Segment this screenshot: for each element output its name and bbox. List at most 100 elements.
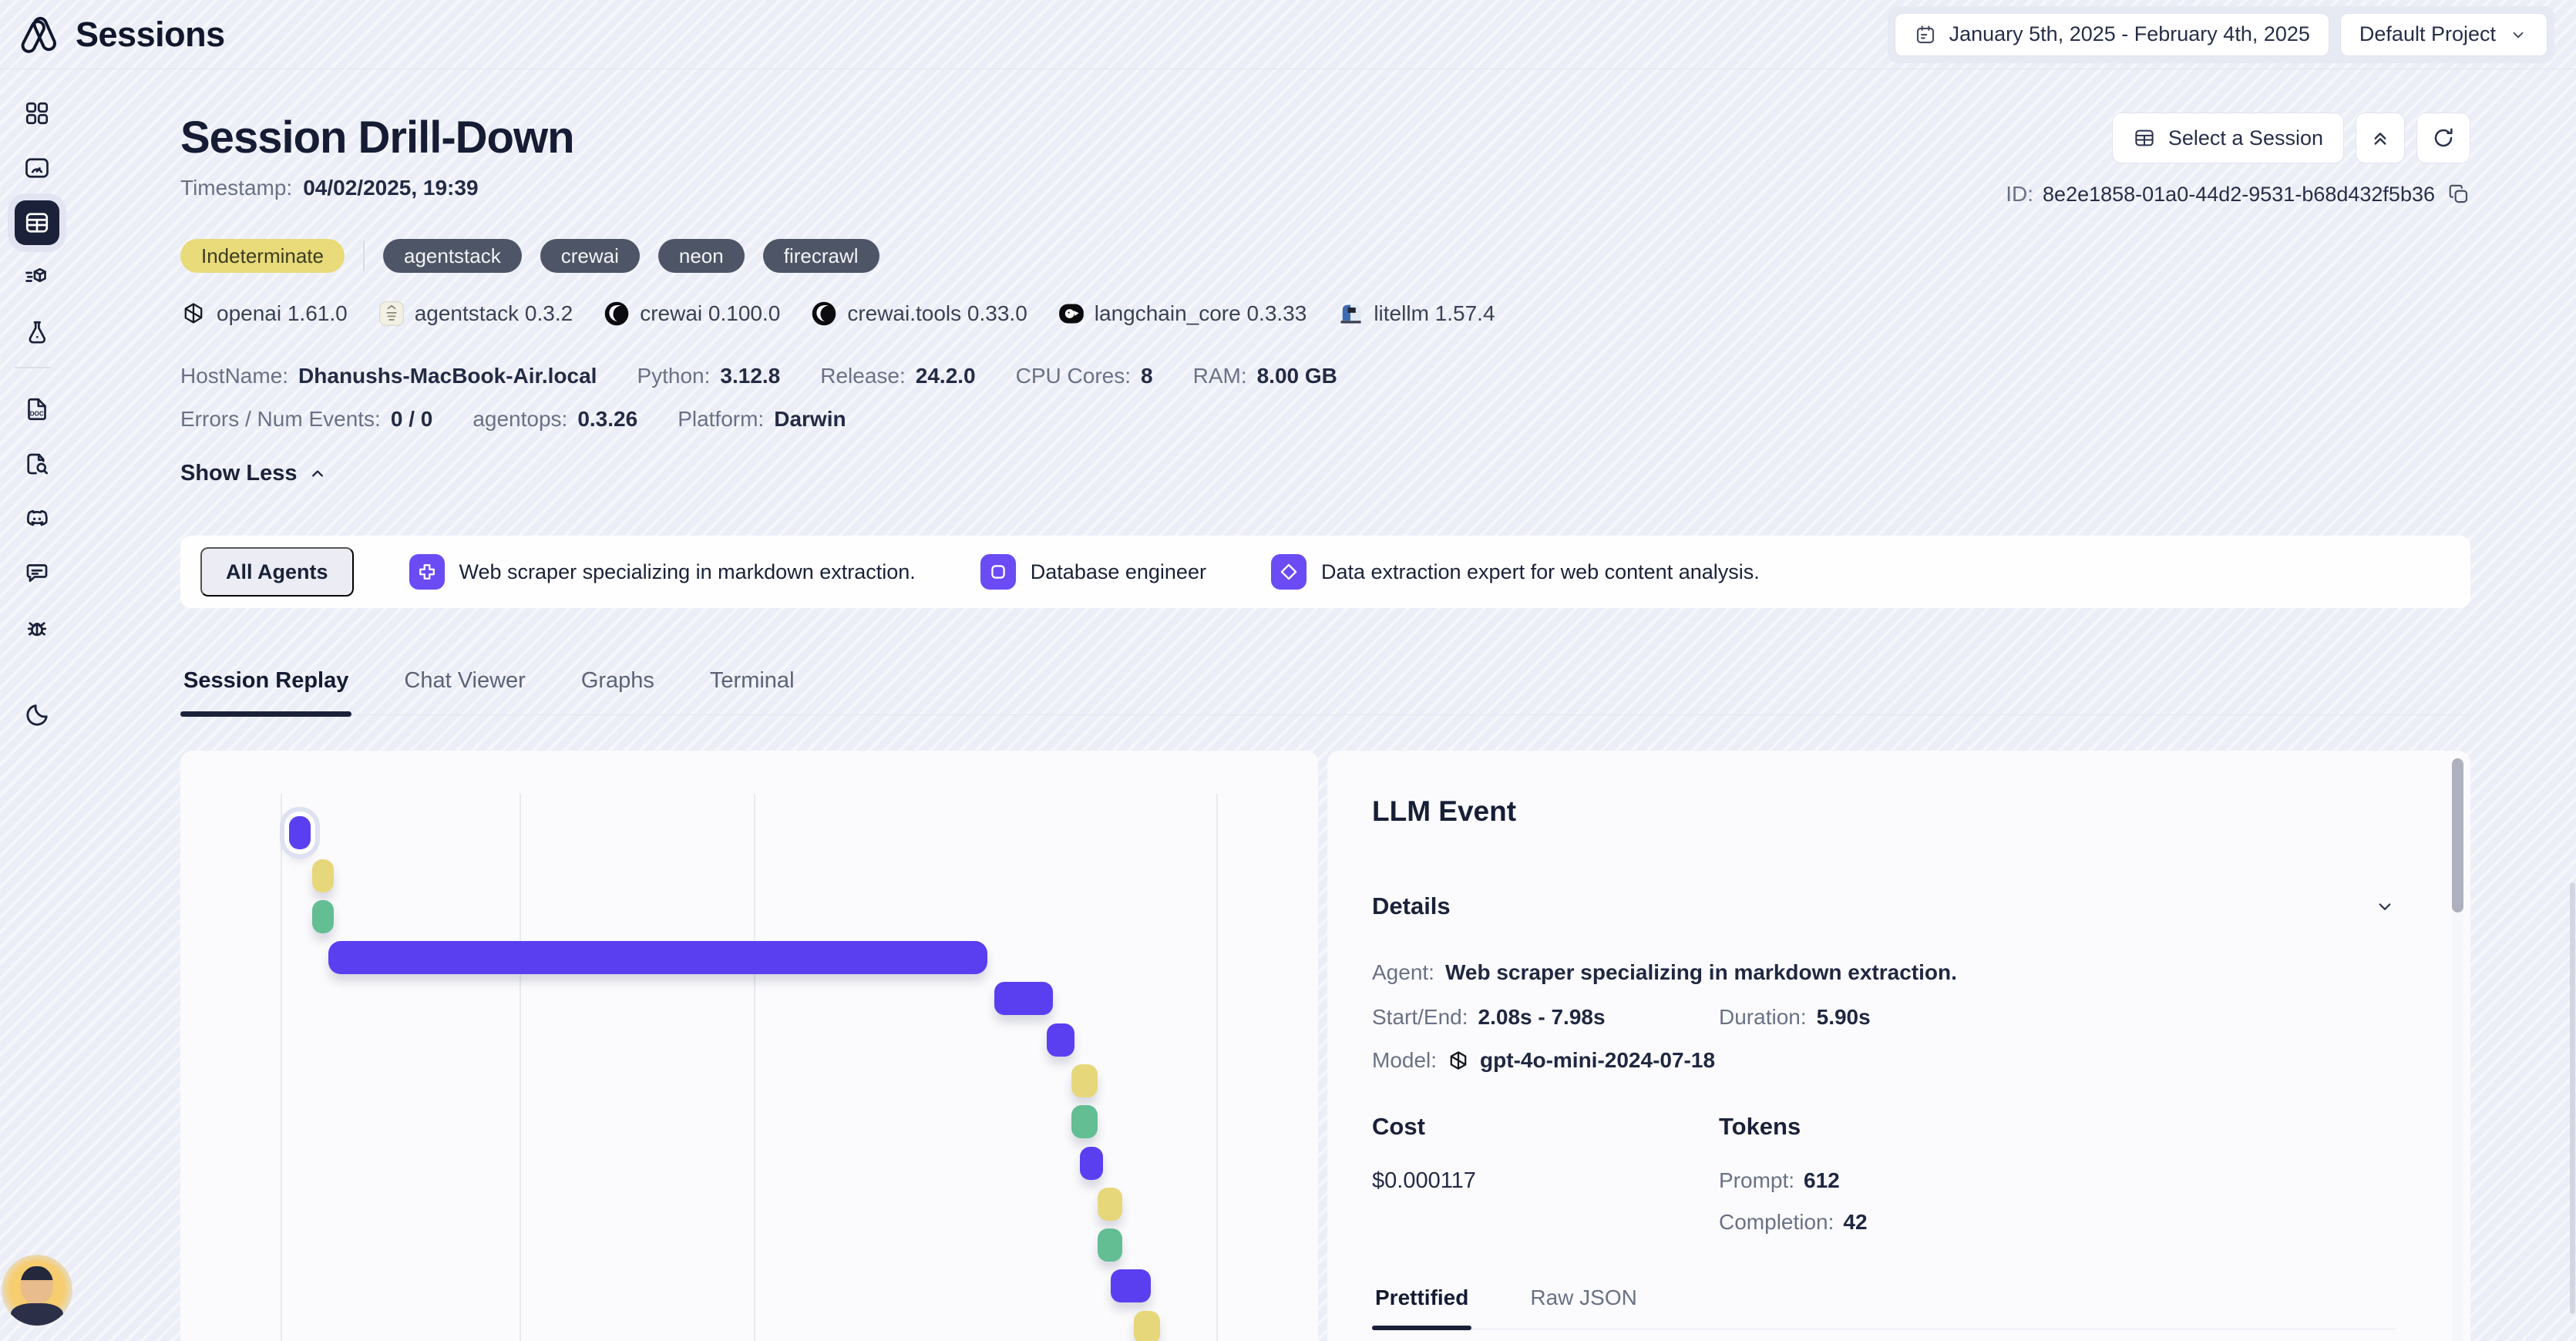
agent-filter-item[interactable]: Data extraction expert for web content a…	[1271, 554, 1760, 590]
prompt-tokens-value: 612	[1804, 1168, 1840, 1193]
show-less-button[interactable]: Show Less	[180, 461, 328, 486]
replay-event-bar[interactable]	[1134, 1311, 1160, 1341]
tab-session-replay[interactable]: Session Replay	[180, 668, 351, 714]
replay-event-bar[interactable]	[1111, 1269, 1151, 1302]
nav-overview[interactable]	[15, 146, 59, 190]
main-content: Session Drill-Down Timestamp: 04/02/2025…	[73, 113, 2576, 1341]
status-badge: Indeterminate	[180, 239, 345, 273]
replay-event-bar[interactable]	[1080, 1147, 1103, 1180]
tab-graphs[interactable]: Graphs	[578, 668, 657, 714]
chart-gridline	[1216, 794, 1218, 1341]
main-tabs: Session Replay Chat Viewer Graphs Terminal	[180, 668, 2470, 715]
date-range-picker[interactable]: January 5th, 2025 - February 4th, 2025	[1895, 13, 2329, 56]
replay-event-bar[interactable]	[1098, 1188, 1122, 1221]
chart-gridline	[754, 794, 755, 1341]
crewai-logo-icon	[811, 301, 837, 327]
dark-mode-toggle[interactable]	[15, 693, 59, 738]
package-name-version: langchain_core 0.3.33	[1095, 301, 1307, 326]
host-info-row: HostName:Dhanushs-MacBook-Air.localPytho…	[180, 364, 2470, 388]
session-replay-chart[interactable]	[180, 751, 1318, 1341]
agent-filter-item[interactable]: Database engineer	[980, 554, 1206, 590]
completion-tokens-value: 42	[1843, 1210, 1867, 1235]
nav-docs[interactable]: DOC	[15, 387, 59, 432]
chevron-down-icon	[2508, 25, 2528, 45]
chart-gridline	[520, 794, 521, 1341]
replay-event-bar[interactable]	[312, 900, 334, 933]
panel-scrollbar[interactable]	[2452, 758, 2463, 1341]
session-tag: agentstack	[383, 239, 522, 273]
collapse-button[interactable]	[2356, 113, 2405, 163]
replay-event-bar[interactable]	[994, 982, 1053, 1015]
event-title: LLM Event	[1372, 795, 2396, 828]
moon-icon	[23, 701, 51, 729]
agent-name: Database engineer	[1031, 560, 1206, 584]
replay-event-bar[interactable]	[1071, 1105, 1098, 1138]
event-tab-raw-json[interactable]: Raw JSON	[1527, 1286, 1639, 1329]
replay-event-bar-selected[interactable]	[289, 816, 311, 849]
host-info-item: RAM:8.00 GB	[1193, 364, 1337, 388]
replay-event-bar[interactable]	[312, 859, 334, 892]
topbar-controls: January 5th, 2025 - February 4th, 2025 D…	[1888, 6, 2554, 63]
refresh-button[interactable]	[2416, 113, 2470, 163]
event-tab-prettified[interactable]: Prettified	[1372, 1286, 1471, 1329]
host-info-item: Release:24.2.0	[820, 364, 975, 388]
session-id-value: 8e2e1858-01a0-44d2-9531-b68d432f5b36	[2043, 183, 2435, 207]
nav-sessions[interactable]	[15, 200, 59, 245]
discord-icon	[23, 505, 51, 533]
llm-event-panel: LLM Event Details Agent: Web scraper spe…	[1327, 751, 2470, 1341]
timestamp-value: 04/02/2025, 19:39	[303, 176, 478, 200]
table-icon	[2133, 126, 2156, 150]
flask-icon	[23, 318, 51, 346]
nav-logs[interactable]	[15, 442, 59, 486]
openai-logo-icon	[180, 301, 207, 327]
replay-event-bar[interactable]	[1071, 1064, 1098, 1097]
package-item: litellm 1.57.4	[1337, 301, 1495, 327]
doc-icon: DOC	[23, 395, 51, 423]
host-info-item: CPU Cores:8	[1016, 364, 1153, 388]
select-session-button[interactable]: Select a Session	[2112, 113, 2344, 163]
details-section-label: Details	[1372, 892, 1451, 920]
session-stat-item: Errors / Num Events:0 / 0	[180, 407, 432, 432]
all-agents-chip[interactable]: All Agents	[200, 547, 354, 597]
copy-id-button[interactable]	[2447, 183, 2470, 206]
tab-chat-viewer[interactable]: Chat Viewer	[401, 668, 528, 714]
panel-scrollbar-thumb[interactable]	[2452, 758, 2463, 912]
nav-feedback[interactable]	[15, 551, 59, 596]
nav-dashboard[interactable]	[15, 91, 59, 136]
tag-divider	[363, 240, 365, 271]
package-name-version: openai 1.61.0	[217, 301, 348, 326]
agent-filter-item[interactable]: Web scraper specializing in markdown ext…	[409, 554, 916, 590]
nav-evaluations[interactable]	[15, 310, 59, 355]
chevron-down-icon	[2373, 895, 2396, 918]
tab-terminal[interactable]: Terminal	[707, 668, 798, 714]
package-versions-row: openai 1.61.0agentstack 0.3.2crewai 0.10…	[180, 301, 2470, 327]
replay-event-bar[interactable]	[328, 941, 987, 974]
nav-report-bug[interactable]	[15, 606, 59, 650]
package-name-version: crewai.tools 0.33.0	[847, 301, 1027, 326]
brand: Sessions	[15, 11, 225, 59]
session-stat-item: agentops:0.3.26	[472, 407, 637, 432]
calendar-icon	[1914, 23, 1937, 46]
chat-icon	[23, 560, 51, 587]
replay-event-bar[interactable]	[1098, 1228, 1122, 1262]
svg-text:DOC: DOC	[29, 410, 43, 417]
nav-deployments[interactable]	[15, 255, 59, 300]
replay-event-bar[interactable]	[1047, 1023, 1074, 1057]
date-range-label: January 5th, 2025 - February 4th, 2025	[1949, 22, 2310, 46]
project-select-label: Default Project	[2359, 22, 2496, 46]
tag-row: Indeterminate agentstackcrewaineonfirecr…	[180, 239, 2470, 273]
window-scrollbar[interactable]	[2570, 882, 2575, 1314]
nav-discord[interactable]	[15, 496, 59, 541]
timestamp-label: Timestamp:	[180, 176, 292, 200]
project-select[interactable]: Default Project	[2340, 13, 2547, 56]
sidebar: DOC	[0, 69, 73, 1341]
details-collapse-button[interactable]	[2373, 895, 2396, 918]
session-tag: crewai	[540, 239, 640, 273]
langchain-logo-icon	[1058, 301, 1085, 327]
package-item: crewai.tools 0.33.0	[811, 301, 1027, 327]
user-avatar[interactable]	[2, 1255, 72, 1326]
start-end-value: 2.08s - 7.98s	[1478, 1005, 1606, 1030]
agent-label: Agent:	[1372, 960, 1434, 985]
agentstack-logo-icon	[378, 301, 405, 327]
duration-label: Duration:	[1719, 1005, 1807, 1030]
